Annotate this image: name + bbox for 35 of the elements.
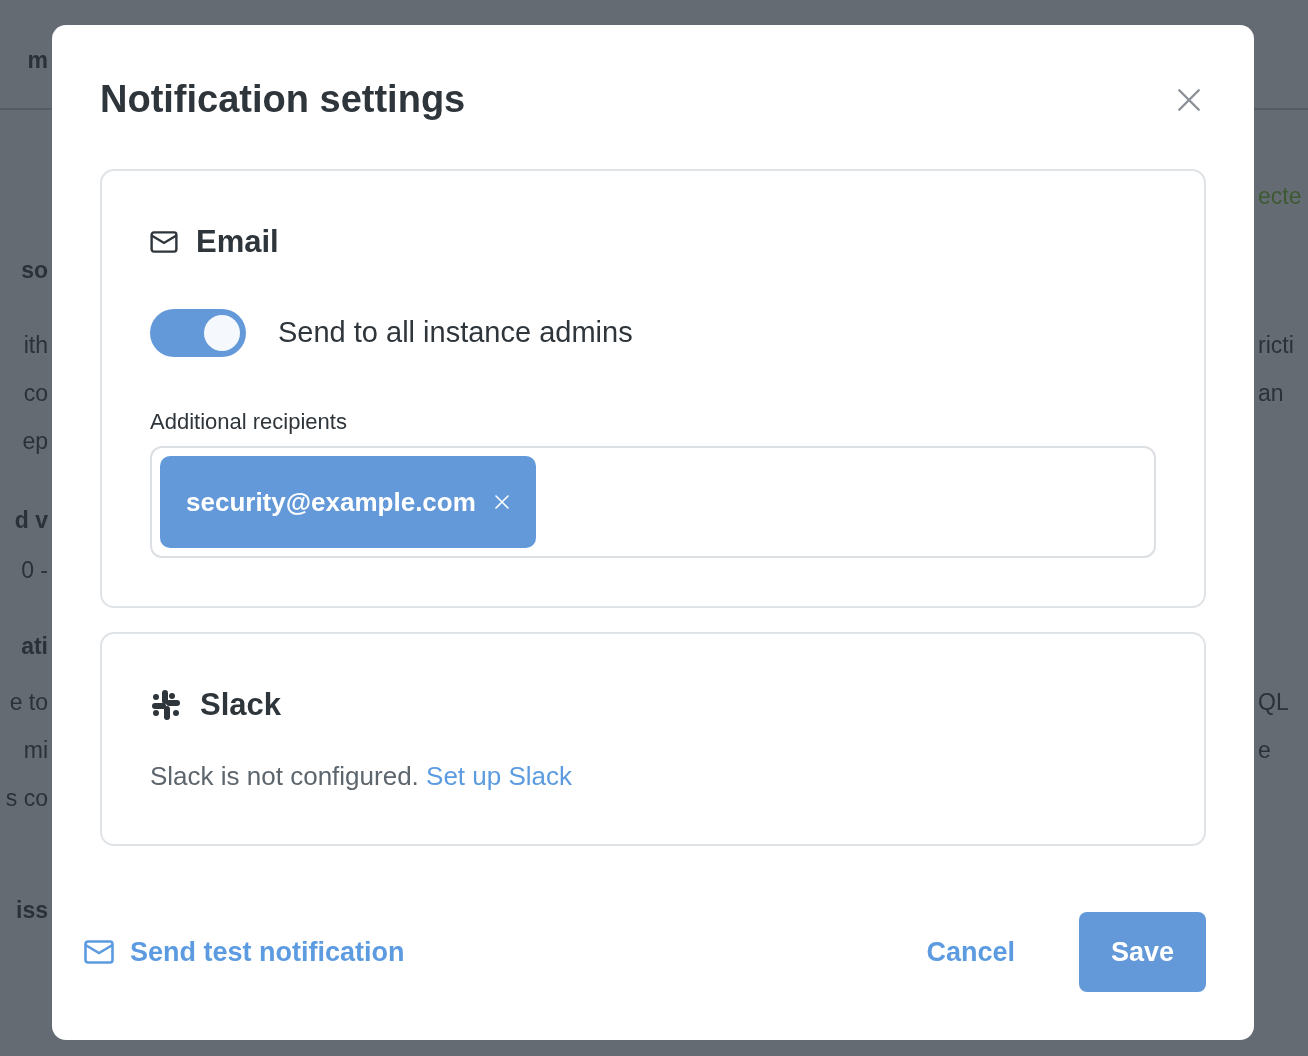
background-text: ep: [22, 427, 48, 456]
background-text: e to: [9, 688, 48, 717]
recipients-field[interactable]: security@example.com: [150, 446, 1156, 559]
background-text: ith: [23, 331, 48, 360]
remove-icon[interactable]: [493, 494, 510, 511]
mail-icon: [150, 230, 178, 253]
mail-icon: [84, 939, 114, 964]
toggle-label: Send to all instance admins: [278, 315, 633, 351]
background-heading: m: [27, 46, 48, 75]
modal-title: Notification settings: [100, 77, 466, 122]
background-heading: so: [21, 256, 48, 285]
background-heading: d v: [14, 506, 48, 535]
link-text: Send test notification: [130, 935, 405, 969]
background-text: an: [1258, 379, 1284, 408]
section-title: Email: [196, 222, 279, 261]
save-button[interactable]: Save: [1078, 911, 1206, 992]
background-status: ecte: [1258, 182, 1302, 211]
hash-icon: [150, 689, 182, 722]
section-title: Slack: [200, 686, 281, 725]
background-heading: ati: [21, 632, 48, 661]
background-text: 0 -: [21, 556, 48, 585]
background-text: ricti: [1258, 331, 1294, 360]
background-text: e: [1258, 736, 1271, 765]
background-text: co: [23, 379, 48, 408]
status-message: Slack is not configured. Set up Slack: [150, 759, 574, 793]
toggle-switch[interactable]: [150, 309, 246, 358]
background-text: QL: [1258, 688, 1289, 717]
field-label: Additional recipients: [150, 408, 347, 437]
chip-text: security@example.com: [186, 485, 476, 519]
background-text: s co: [5, 784, 48, 813]
background-heading: iss: [16, 896, 48, 925]
test-notification-link[interactable]: Send test notification: [84, 931, 405, 972]
setup-link[interactable]: Set up Slack: [426, 760, 573, 791]
cancel-link[interactable]: Cancel: [926, 931, 1015, 972]
background-text: mi: [23, 736, 48, 765]
